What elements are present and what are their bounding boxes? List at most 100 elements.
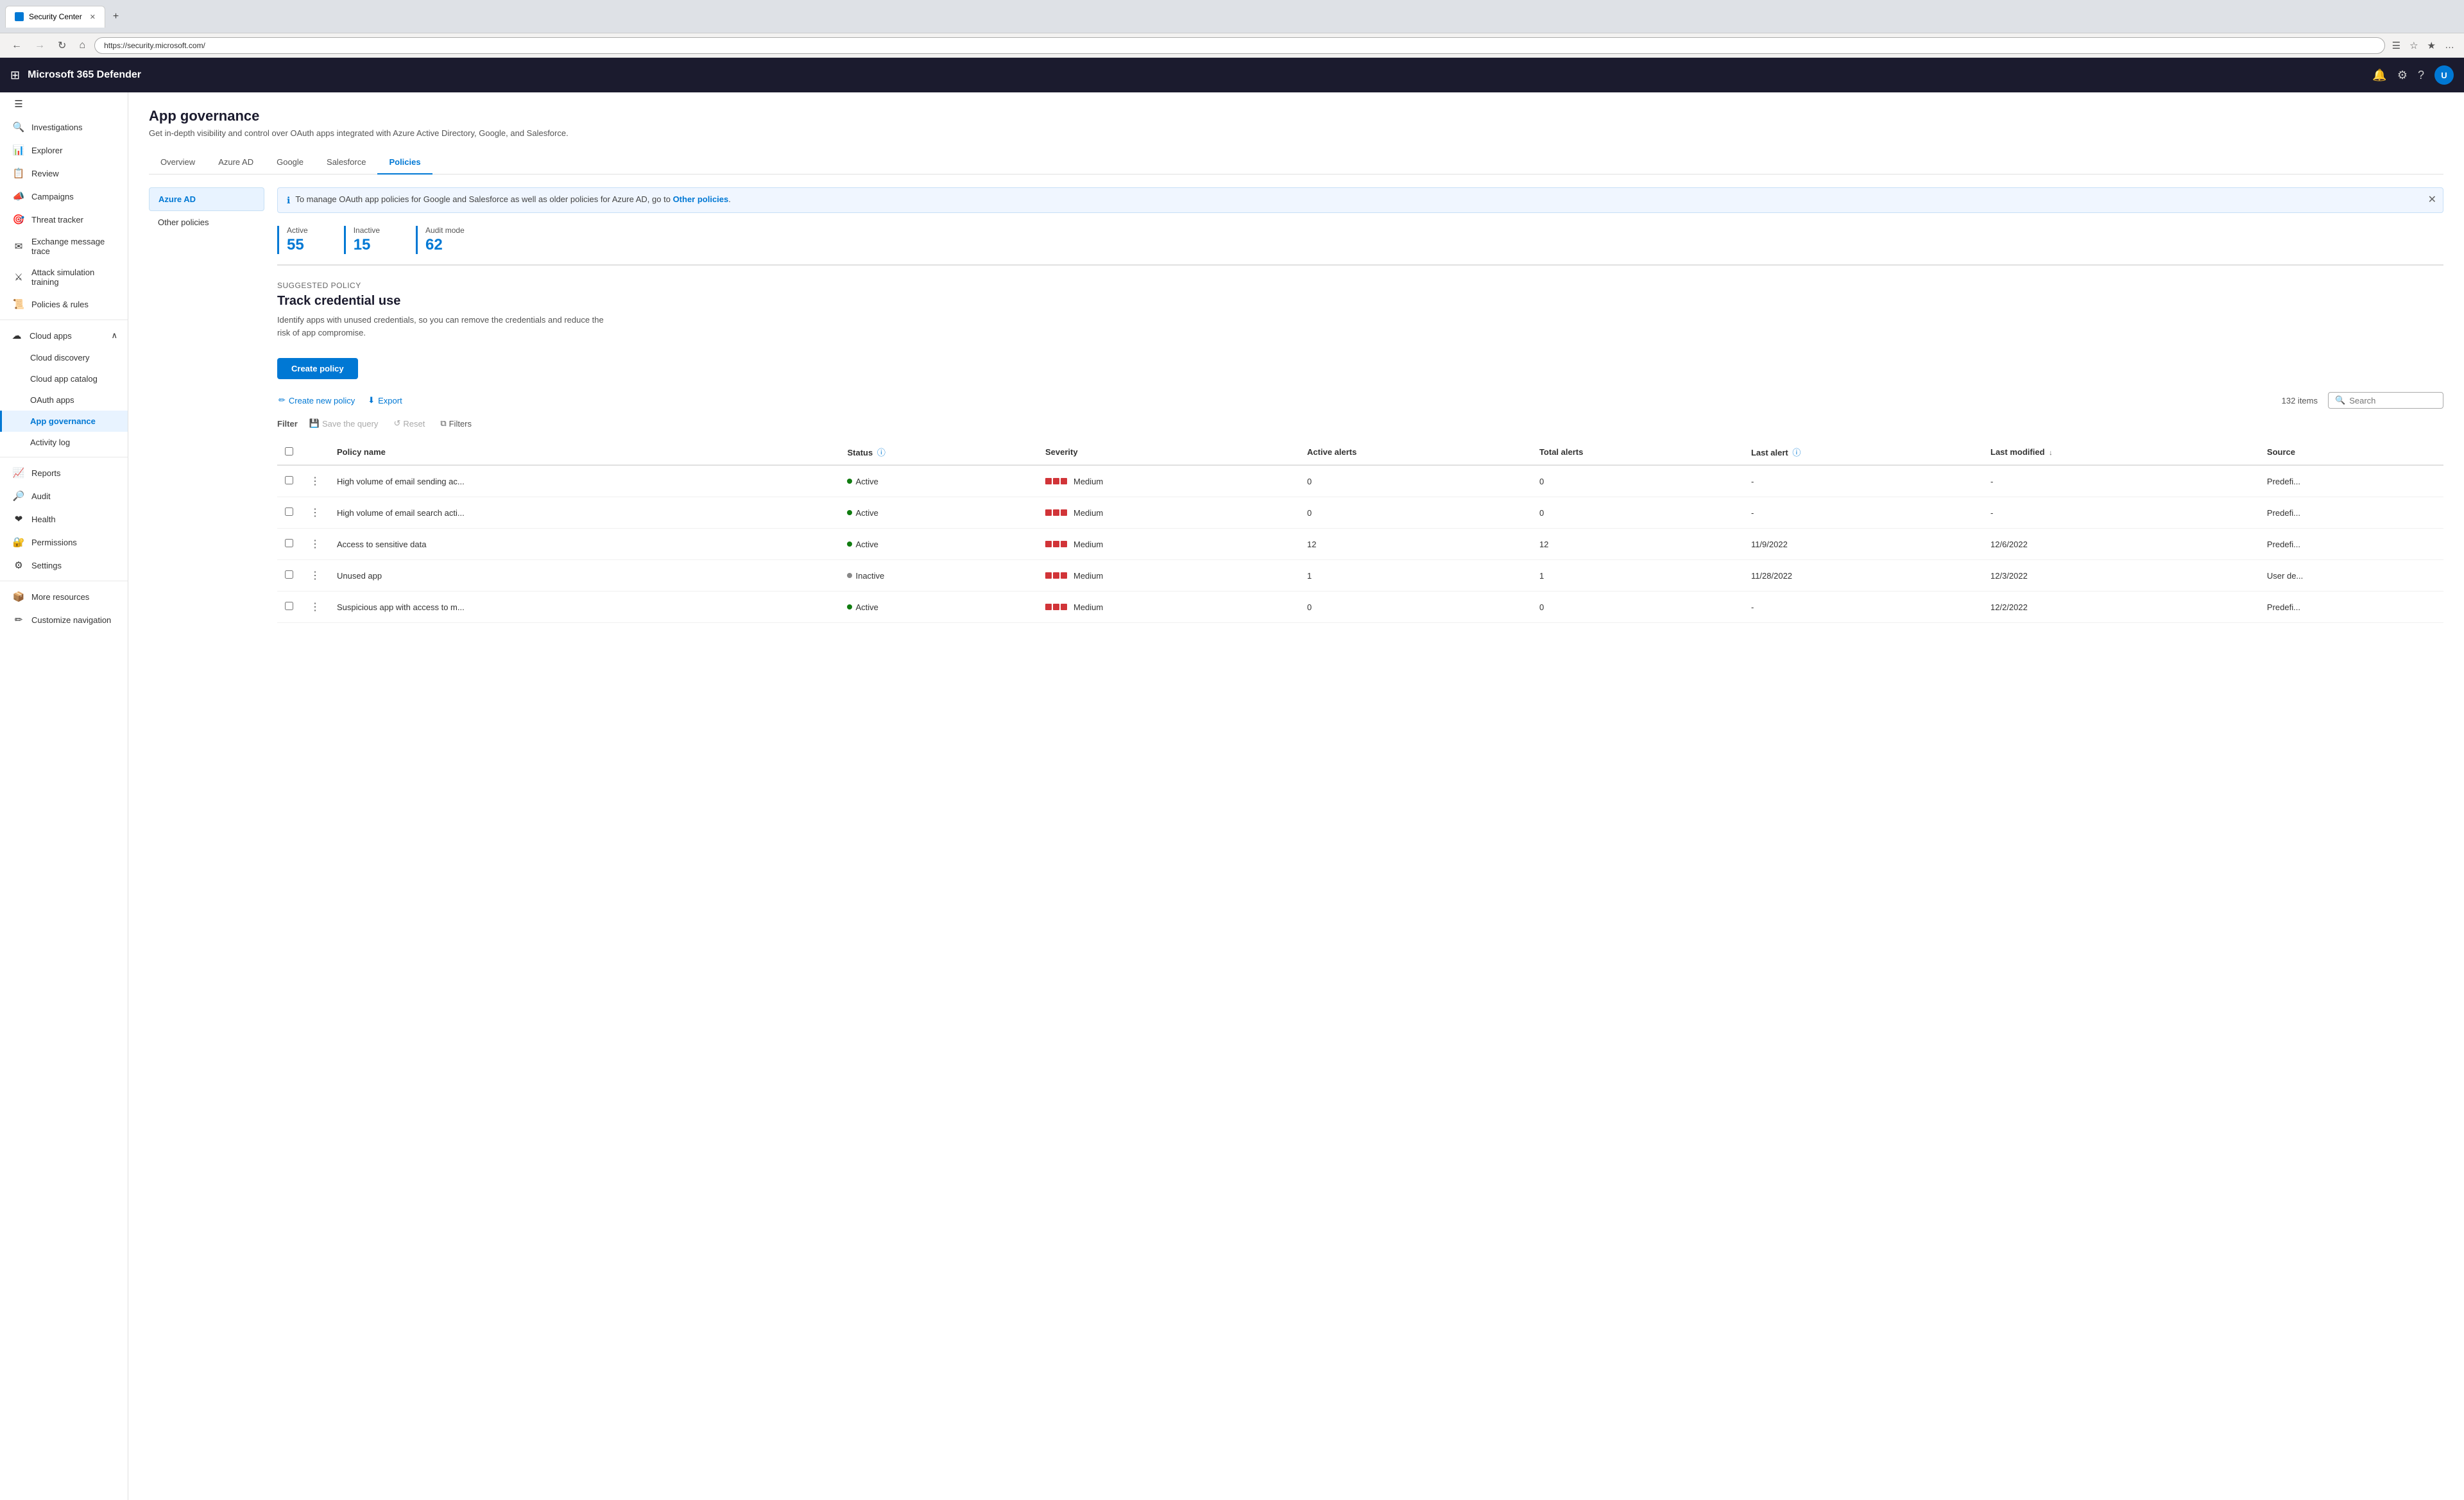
help-icon[interactable]: ? — [2418, 69, 2424, 82]
table-row: ⋮ Suspicious app with access to m... Act… — [277, 592, 2443, 623]
search-input[interactable] — [2349, 396, 2436, 405]
row-policy-name[interactable]: High volume of email sending ac... — [329, 465, 839, 497]
row-checkbox-cell — [277, 592, 301, 623]
sidebar-item-oauth-apps[interactable]: OAuth apps — [0, 389, 128, 411]
sidebar-item-label: Cloud app catalog — [30, 374, 98, 384]
sidebar-item-customize-nav[interactable]: ✏ Customize navigation — [0, 608, 128, 631]
row-more-btn[interactable]: ⋮ — [309, 567, 321, 584]
row-more-cell: ⋮ — [301, 592, 329, 623]
row-checkbox[interactable] — [285, 570, 293, 579]
col-active-alerts[interactable]: Active alerts — [1299, 439, 1532, 465]
sidebar-item-cloud-app-catalog[interactable]: Cloud app catalog — [0, 368, 128, 389]
col-policy-name[interactable]: Policy name — [329, 439, 839, 465]
sidebar-collapse-btn[interactable]: ☰ — [0, 92, 128, 115]
col-total-alerts[interactable]: Total alerts — [1532, 439, 1743, 465]
filters-btn[interactable]: ⧉ Filters — [436, 416, 475, 430]
row-policy-name[interactable]: Access to sensitive data — [329, 529, 839, 560]
sidebar-item-review[interactable]: 📋 Review — [0, 162, 128, 185]
export-btn[interactable]: ⬇ Export — [366, 393, 403, 408]
row-severity: Medium — [1038, 465, 1299, 497]
other-policies-link[interactable]: Other policies — [673, 194, 729, 204]
browser-settings-btn[interactable]: … — [2443, 38, 2456, 53]
cloud-apps-group-toggle[interactable]: ☁ Cloud apps ∧ — [0, 324, 128, 347]
home-button[interactable]: ⌂ — [75, 37, 89, 54]
reports-icon: 📈 — [12, 467, 25, 479]
sidebar-item-attack-simulation[interactable]: ⚔ Attack simulation training — [0, 262, 128, 293]
col-status[interactable]: Status ⓘ — [839, 439, 1038, 465]
severity-label: Medium — [1074, 540, 1103, 549]
row-policy-name[interactable]: Suspicious app with access to m... — [329, 592, 839, 623]
col-last-alert[interactable]: Last alert ⓘ — [1743, 439, 1983, 465]
col-severity[interactable]: Severity — [1038, 439, 1299, 465]
stat-inactive-label: Inactive — [354, 226, 380, 235]
row-total-alerts: 1 — [1532, 560, 1743, 592]
reset-btn[interactable]: ↺ Reset — [389, 416, 429, 430]
sidebar-item-threat-tracker[interactable]: 🎯 Threat tracker — [0, 208, 128, 231]
policy-sidebar-azure-ad[interactable]: Azure AD — [149, 187, 264, 211]
search-box[interactable]: 🔍 — [2328, 392, 2443, 409]
collections-btn[interactable]: ★ — [2426, 38, 2438, 53]
save-query-label: Save the query — [322, 419, 378, 429]
tab-salesforce[interactable]: Salesforce — [315, 151, 377, 175]
status-info-btn[interactable]: ⓘ — [875, 446, 887, 458]
sidebar-item-exchange-message-trace[interactable]: ✉ Exchange message trace — [0, 231, 128, 262]
refresh-button[interactable]: ↻ — [54, 37, 70, 55]
forward-button[interactable]: → — [31, 37, 49, 54]
favorites-btn[interactable]: ☆ — [2408, 38, 2420, 53]
create-new-policy-btn[interactable]: ✏ Create new policy — [277, 393, 356, 408]
active-tab[interactable]: Security Center ✕ — [5, 6, 105, 28]
tab-policies[interactable]: Policies — [377, 151, 432, 175]
status-dot-inactive — [847, 573, 852, 578]
address-bar[interactable]: https://security.microsoft.com/ — [94, 37, 2385, 54]
policy-sidebar-other[interactable]: Other policies — [149, 211, 264, 234]
tab-google[interactable]: Google — [265, 151, 315, 175]
row-more-btn[interactable]: ⋮ — [309, 472, 321, 490]
sidebar-item-permissions[interactable]: 🔐 Permissions — [0, 531, 128, 554]
last-alert-info-btn[interactable]: ⓘ — [1790, 446, 1802, 458]
row-checkbox[interactable] — [285, 476, 293, 484]
sidebar-item-investigations[interactable]: 🔍 Investigations — [0, 115, 128, 139]
row-checkbox-cell — [277, 497, 301, 529]
avatar[interactable]: U — [2434, 65, 2454, 85]
waffle-icon[interactable]: ⊞ — [10, 69, 20, 82]
sidebar-item-health[interactable]: ❤ Health — [0, 507, 128, 531]
bell-icon[interactable]: 🔔 — [2372, 69, 2386, 82]
create-policy-button[interactable]: Create policy — [277, 358, 358, 379]
tab-close-btn[interactable]: ✕ — [90, 13, 96, 21]
row-more-btn[interactable]: ⋮ — [309, 598, 321, 616]
col-checkbox — [277, 439, 301, 465]
sidebar-item-app-governance[interactable]: App governance — [0, 411, 128, 432]
sidebar-item-reports[interactable]: 📈 Reports — [0, 461, 128, 484]
banner-close-btn[interactable]: ✕ — [2428, 193, 2436, 206]
col-source[interactable]: Source — [2259, 439, 2443, 465]
sidebar-item-cloud-discovery[interactable]: Cloud discovery — [0, 347, 128, 368]
sidebar-item-activity-log[interactable]: Activity log — [0, 432, 128, 453]
sidebar-toggle-btn[interactable]: ☰ — [2390, 38, 2402, 53]
back-button[interactable]: ← — [8, 37, 26, 54]
sidebar-item-policies-rules[interactable]: 📜 Policies & rules — [0, 293, 128, 316]
select-all-checkbox[interactable] — [285, 447, 293, 456]
status-badge: Active — [847, 477, 878, 486]
tab-overview[interactable]: Overview — [149, 151, 207, 175]
threat-tracker-icon: 🎯 — [12, 214, 25, 225]
row-more-btn[interactable]: ⋮ — [309, 535, 321, 553]
policies-main: ℹ To manage OAuth app policies for Googl… — [277, 187, 2443, 623]
row-policy-name[interactable]: High volume of email search acti... — [329, 497, 839, 529]
row-more-btn[interactable]: ⋮ — [309, 504, 321, 522]
row-policy-name[interactable]: Unused app — [329, 560, 839, 592]
investigations-icon: 🔍 — [12, 121, 25, 133]
settings-icon[interactable]: ⚙ — [2397, 69, 2408, 82]
save-query-btn[interactable]: 💾 Save the query — [305, 416, 382, 430]
sidebar-item-campaigns[interactable]: 📣 Campaigns — [0, 185, 128, 208]
col-last-modified[interactable]: Last modified ↓ — [1983, 439, 2259, 465]
row-checkbox[interactable] — [285, 602, 293, 610]
sidebar-item-audit[interactable]: 🔎 Audit — [0, 484, 128, 507]
row-checkbox[interactable] — [285, 539, 293, 547]
sidebar-item-settings[interactable]: ⚙ Settings — [0, 554, 128, 577]
sidebar-item-more-resources[interactable]: 📦 More resources — [0, 585, 128, 608]
row-checkbox[interactable] — [285, 507, 293, 516]
tab-azure-ad[interactable]: Azure AD — [207, 151, 265, 175]
filter-row: Filter 💾 Save the query ↺ Reset ⧉ Filter… — [277, 416, 2443, 430]
sidebar-item-explorer[interactable]: 📊 Explorer — [0, 139, 128, 162]
new-tab-button[interactable]: + — [108, 8, 124, 25]
